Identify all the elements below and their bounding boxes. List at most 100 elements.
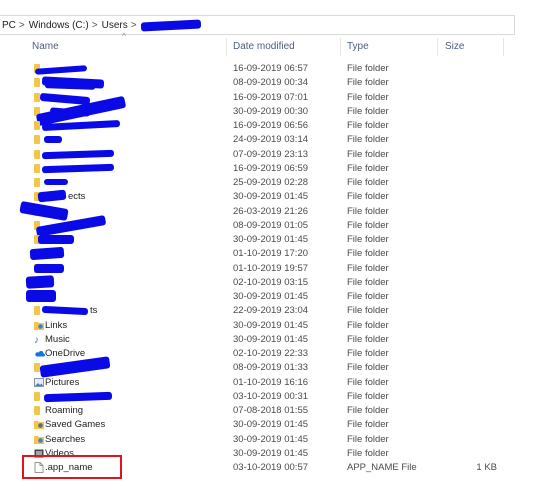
sort-ascending-icon: ^ [122,32,126,41]
folder-icon [34,406,40,415]
breadcrumb-drive[interactable]: Windows (C:) [29,20,89,31]
row-type: File folder [347,63,389,74]
folder-icon [34,121,40,130]
row-type: File folder [347,291,389,302]
column-header-row: ^ Name Date modified Type Size [0,32,515,58]
table-row[interactable]: Roaming 07-08-2018 01:55 File folder [0,404,515,418]
breadcrumb-users[interactable]: Users [102,20,128,31]
row-type: File folder [347,105,389,117]
row-date: 30-09-2019 01:45 [233,191,309,203]
row-type: File folder [347,319,389,331]
row-date: 26-03-2019 21:26 [233,205,309,217]
row-date: 07-09-2019 23:13 [233,148,309,160]
table-row[interactable]: 08-09-2019 01:33 File folder [0,356,515,379]
row-date: 30-09-2019 00:30 [233,105,309,117]
table-row[interactable]: 24-09-2019 03:14 File folder [0,133,515,147]
table-row[interactable]: Links 30-09-2019 01:45 File folder [0,319,515,333]
redaction-mark [44,136,62,144]
searches-folder-icon [34,435,44,444]
row-date: 30-09-2019 01:45 [233,447,309,459]
table-row[interactable]: 16-09-2019 06:57 File folder [0,62,515,76]
table-row[interactable]: 16-09-2019 06:56 File folder [0,119,515,133]
column-header-type[interactable]: Type [347,41,369,52]
breadcrumb-separator: > [130,19,137,31]
redaction-mark [43,391,113,402]
row-date: 16-09-2019 06:59 [233,162,309,174]
column-header-size[interactable]: Size [445,41,464,52]
table-row[interactable]: 02-10-2019 03:15 File folder [0,275,515,290]
row-type: File folder [347,77,389,89]
row-date: 08-09-2019 01:05 [233,219,309,231]
table-row[interactable]: 25-09-2019 02:28 File folder [0,176,515,190]
table-row[interactable]: 01-10-2019 19:57 File folder [0,262,515,276]
redaction-mark [26,290,56,302]
redacted-username [140,18,201,32]
redaction-mark [41,149,115,159]
folder-icon [34,178,40,187]
row-date: 30-09-2019 01:45 [233,319,309,331]
table-row[interactable]: OneDrive 02-10-2019 22:33 File folder [0,347,515,361]
table-row[interactable]: ects 30-09-2019 01:45 File folder [0,189,515,204]
row-type: File folder [347,305,389,317]
table-row[interactable]: 08-09-2019 00:34 File folder [0,76,515,91]
folder-icon [34,149,40,159]
folder-icon [34,163,40,173]
column-divider[interactable] [503,38,504,56]
onedrive-cloud-icon [34,349,45,358]
table-row[interactable]: ♪ Music 30-09-2019 01:45 File folder [0,333,515,347]
table-row[interactable]: 08-09-2019 01:05 File folder [0,214,515,237]
table-row[interactable]: 07-09-2019 23:13 File folder [0,148,515,162]
saved-games-folder-icon [34,420,44,430]
table-row[interactable]: 16-09-2019 07:01 File folder [0,91,515,105]
row-date: 25-09-2019 02:28 [233,177,309,188]
table-row[interactable]: Saved Games 30-09-2019 01:45 File folder [0,418,515,432]
redaction-mark [41,163,115,174]
breadcrumb[interactable]: PC > Windows (C:) > Users > [0,15,515,35]
breadcrumb-separator: > [91,19,98,31]
table-row[interactable]: 16-09-2019 06:59 File folder [0,162,515,176]
breadcrumb-separator: > [18,19,25,31]
table-row[interactable]: Pictures 01-10-2019 16:16 File folder [0,376,515,390]
row-date: 01-10-2019 19:57 [233,262,309,274]
row-type: File folder [347,433,389,445]
row-type: File folder [347,362,389,374]
folder-icon [34,391,40,401]
row-type: File folder [347,376,389,388]
table-row[interactable]: 26-03-2019 21:26 File folder [0,200,515,221]
row-date: 02-10-2019 22:33 [233,348,309,359]
row-name: Music [45,333,70,345]
table-row[interactable]: Searches 30-09-2019 01:45 File folder [0,433,515,447]
breadcrumb-pc[interactable]: PC [2,20,16,31]
redaction-mark [44,179,68,185]
table-row[interactable]: 30-09-2019 00:30 File folder [0,95,515,126]
column-divider[interactable] [340,38,341,56]
pictures-folder-icon [34,377,44,387]
row-date: 30-09-2019 01:45 [233,433,309,445]
row-type: File folder [347,333,389,345]
row-type: File folder [347,205,389,217]
redaction-mark [44,83,96,91]
column-header-date[interactable]: Date modified [233,41,295,52]
table-row[interactable]: 01-10-2019 17:20 File folder [0,247,515,261]
table-row[interactable]: 30-09-2019 01:45 File folder [0,290,515,304]
row-name: Saved Games [45,419,106,431]
redaction-mark [37,189,67,203]
row-type: File folder [347,120,389,131]
column-divider[interactable] [437,38,438,56]
music-folder-icon: ♪ [34,334,39,346]
row-type: File folder [347,262,389,274]
table-row[interactable]: 03-10-2019 00:31 File folder [0,390,515,404]
row-date: 02-10-2019 03:15 [233,276,309,288]
row-type: File folder [347,91,389,103]
column-header-name[interactable]: Name [32,41,59,52]
redaction-mark [41,119,121,132]
table-row[interactable]: ts 22-09-2019 23:04 File folder [0,304,515,318]
table-row[interactable]: 30-09-2019 01:45 File folder [0,233,515,247]
row-name: ects [68,191,86,203]
row-type: APP_NAME File [347,462,417,473]
column-divider[interactable] [226,38,227,56]
row-date: 22-09-2019 23:04 [233,305,309,317]
links-folder-icon [34,321,44,330]
row-type: File folder [347,191,389,203]
row-type: File folder [347,219,389,231]
